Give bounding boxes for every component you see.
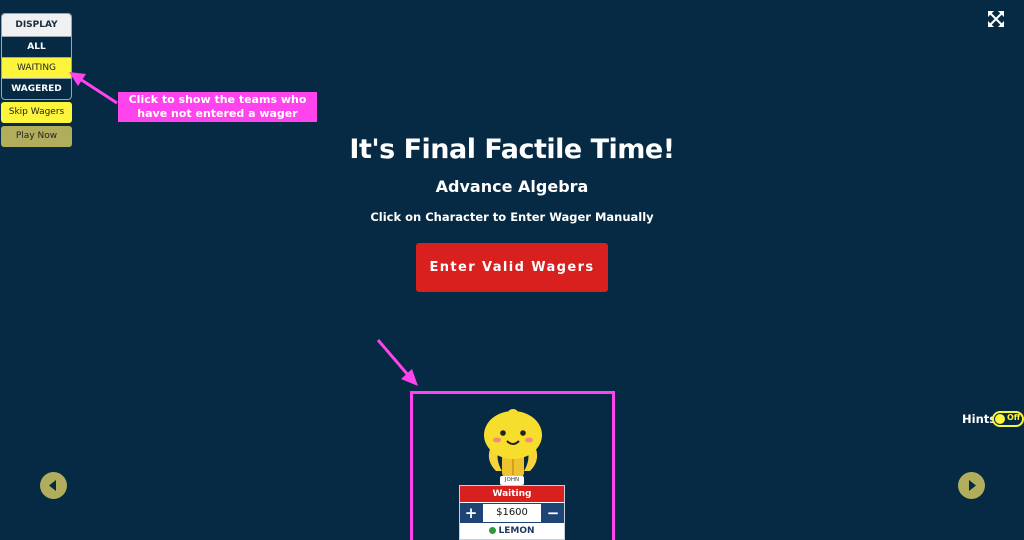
wager-stepper: + $1600 − xyxy=(460,503,564,523)
display-filter-panel: DISPLAY ALL WAITING WAGERED xyxy=(1,13,72,100)
display-option-waiting[interactable]: WAITING xyxy=(2,57,71,78)
wager-status: Waiting xyxy=(460,486,564,502)
team-wager-card[interactable]: Waiting + $1600 − LEMON xyxy=(459,485,565,540)
hints-toggle[interactable]: Off xyxy=(992,411,1024,427)
display-option-wagered[interactable]: WAGERED xyxy=(2,78,71,99)
team-name: LEMON xyxy=(498,526,535,536)
hints-label: Hints xyxy=(962,412,997,426)
skip-wagers-button[interactable]: Skip Wagers xyxy=(1,102,72,123)
next-page-button[interactable] xyxy=(958,472,985,499)
hints-toggle-knob xyxy=(995,414,1005,424)
team-name-row: LEMON xyxy=(460,523,564,539)
instructions-text: Click on Character to Enter Wager Manual… xyxy=(370,210,654,224)
minus-icon[interactable]: − xyxy=(544,504,562,522)
player-name-tag: JOHN xyxy=(500,476,524,485)
chevron-left-icon xyxy=(49,480,56,491)
chevron-right-icon xyxy=(969,480,976,491)
enter-valid-wagers-button[interactable]: Enter Valid Wagers xyxy=(416,243,608,292)
previous-page-button[interactable] xyxy=(40,472,67,499)
hints-state: Off xyxy=(1007,413,1021,422)
wager-amount[interactable]: $1600 xyxy=(483,504,541,522)
page-title: It's Final Factile Time! xyxy=(349,134,675,165)
team-status-dot xyxy=(489,527,497,534)
display-option-all[interactable]: ALL xyxy=(2,36,71,57)
plus-icon[interactable]: + xyxy=(462,504,480,522)
arrow-to-character-icon xyxy=(376,339,418,386)
display-header: DISPLAY xyxy=(2,14,71,36)
lemon-character-icon[interactable] xyxy=(470,405,556,481)
arrow-to-waiting-icon xyxy=(69,72,118,105)
annotation-callout: Click to show the teams who have not ent… xyxy=(118,92,317,122)
expand-icon[interactable] xyxy=(987,10,1005,28)
game-subtitle: Advance Algebra xyxy=(435,177,589,196)
